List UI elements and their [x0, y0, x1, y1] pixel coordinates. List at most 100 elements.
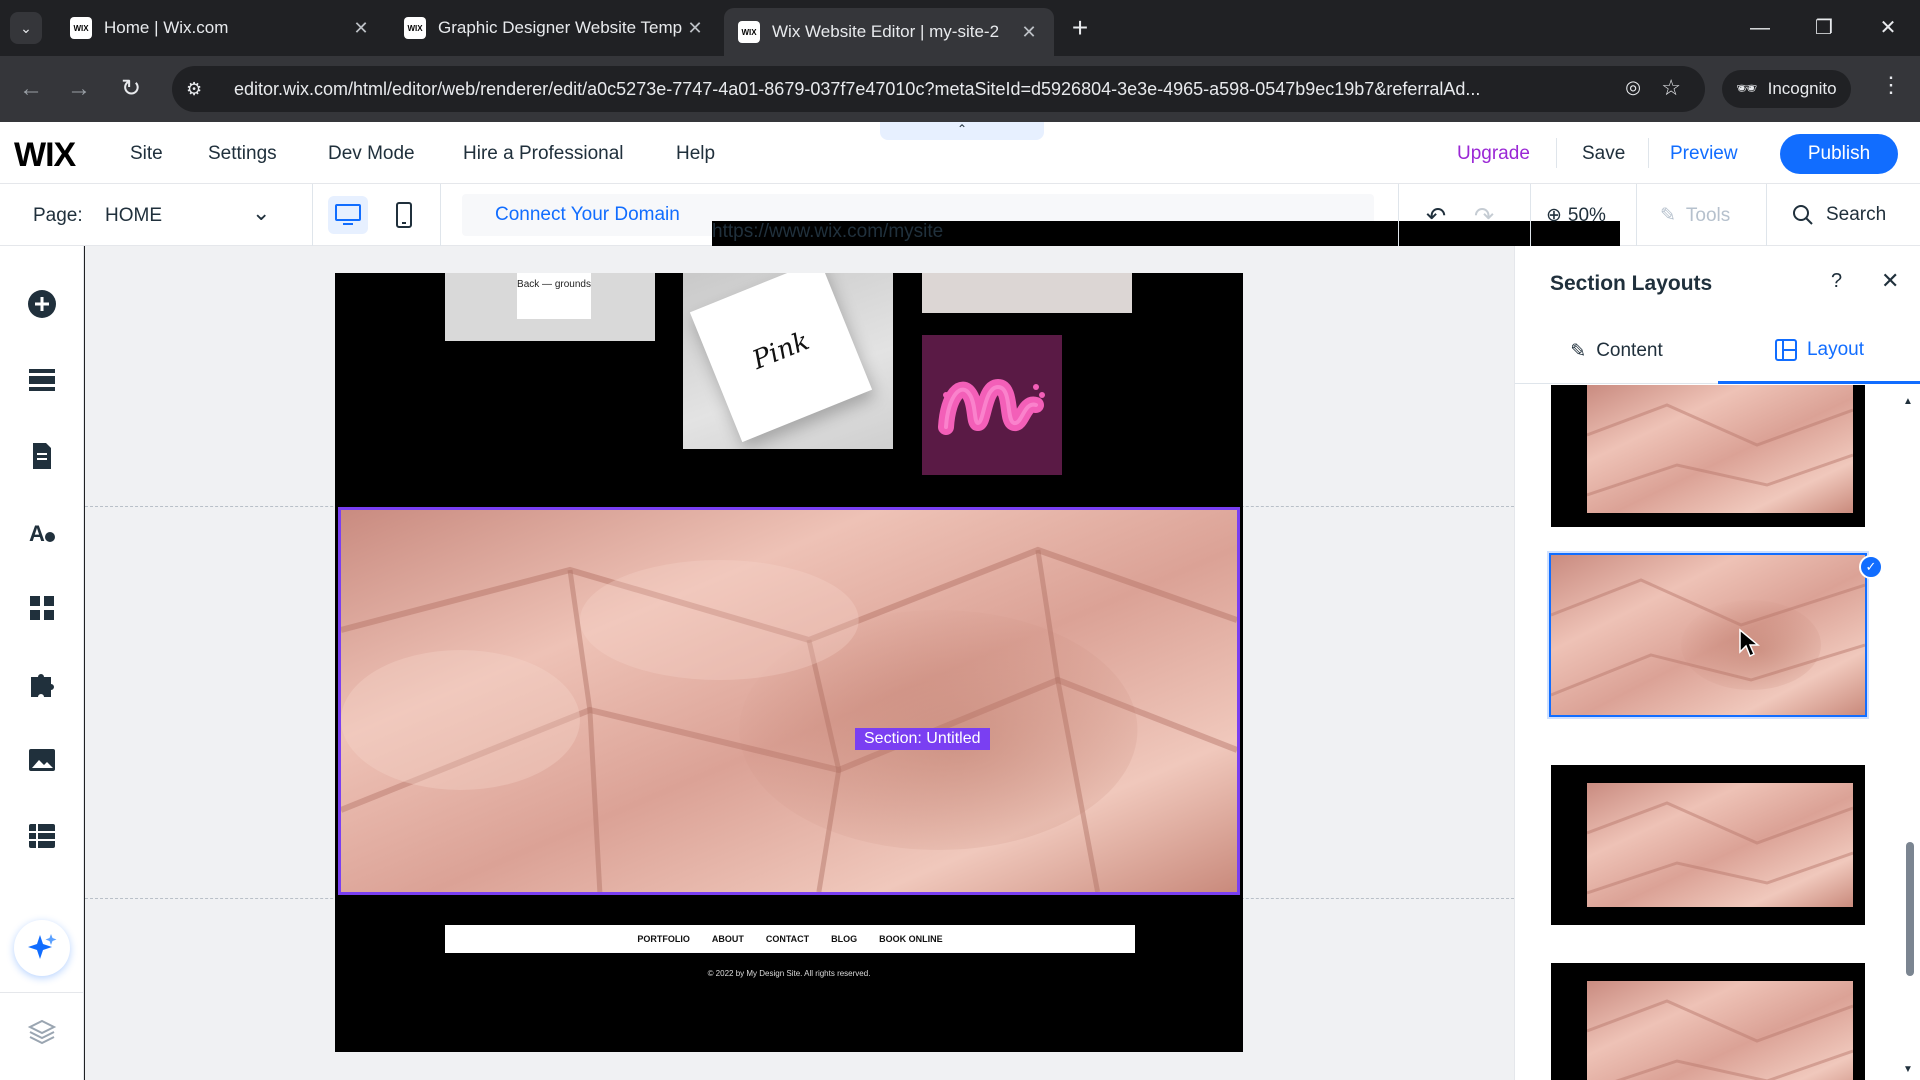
layout-option-3[interactable]: [1551, 765, 1865, 925]
tab-list-button[interactable]: ⌄: [10, 12, 42, 44]
menu-site[interactable]: Site: [130, 143, 163, 165]
chevron-down-icon[interactable]: ⌄: [252, 200, 270, 226]
tools-icon: ✎: [1660, 205, 1676, 226]
search-icon: [1793, 205, 1813, 225]
add-elements-button[interactable]: [22, 284, 62, 324]
table-icon: [29, 824, 55, 848]
layout-preview-image: [1587, 783, 1853, 907]
browser-menu-icon[interactable]: ⋮: [1880, 72, 1902, 98]
connect-domain-link[interactable]: Connect Your Domain: [495, 204, 680, 226]
collapse-toolbar-handle[interactable]: ⌃: [880, 122, 1044, 140]
desktop-view-button[interactable]: [328, 196, 368, 234]
gallery-image-logo[interactable]: [922, 335, 1062, 475]
layout-preview-image: [1551, 555, 1865, 715]
tab-content[interactable]: ✎ Content: [1515, 318, 1718, 384]
layout-preview-image: [1587, 981, 1853, 1080]
menu-help[interactable]: Help: [676, 143, 715, 165]
browser-tab-home[interactable]: WIX Home | Wix.com ✕: [56, 8, 386, 48]
redo-icon[interactable]: ↷: [1474, 202, 1494, 231]
page-selector[interactable]: HOME: [105, 205, 162, 227]
ai-assistant-button[interactable]: [14, 920, 70, 976]
business-tools-button[interactable]: [22, 664, 62, 704]
layers-button[interactable]: [22, 1012, 62, 1052]
tracking-off-icon[interactable]: ◎: [1625, 77, 1641, 98]
footer-link-book-online[interactable]: BOOK ONLINE: [879, 934, 943, 944]
puzzle-icon: [31, 674, 54, 697]
add-apps-button[interactable]: [22, 588, 62, 628]
upgrade-link[interactable]: Upgrade: [1457, 143, 1530, 165]
search-button[interactable]: Search: [1792, 204, 1886, 226]
publish-button[interactable]: Publish: [1780, 134, 1898, 174]
scroll-up-arrow-icon[interactable]: ▲: [1903, 396, 1913, 407]
page-icon: [33, 443, 51, 469]
scrollbar-thumb[interactable]: [1906, 842, 1914, 976]
back-icon[interactable]: ←: [14, 72, 48, 106]
layout-option-1[interactable]: [1551, 385, 1865, 527]
bookmark-star-icon[interactable]: ☆: [1661, 75, 1681, 101]
pencil-icon: ✎: [1570, 340, 1587, 362]
close-icon[interactable]: ✕: [1881, 268, 1899, 294]
undo-icon[interactable]: ↶: [1426, 202, 1446, 231]
restore-icon[interactable]: ❐: [1804, 12, 1844, 44]
mobile-icon: [396, 202, 412, 228]
minimize-icon[interactable]: —: [1740, 12, 1780, 44]
design-icon: A: [29, 521, 55, 546]
mouse-cursor-icon: [1739, 628, 1760, 658]
divider: [1398, 184, 1399, 246]
footer-link-portfolio[interactable]: PORTFOLIO: [637, 934, 690, 944]
section-label-badge[interactable]: Section: Untitled: [855, 728, 990, 750]
new-tab-button[interactable]: +: [1064, 12, 1096, 44]
reload-icon[interactable]: ↻: [114, 72, 148, 106]
tools-button[interactable]: ✎ Tools: [1660, 204, 1730, 227]
address-bar[interactable]: ⚙ editor.wix.com/html/editor/web/rendere…: [172, 66, 1705, 112]
browser-tab-editor[interactable]: WIX Wix Website Editor | my-site-2 ✕: [724, 8, 1054, 56]
cms-button[interactable]: [22, 816, 62, 856]
close-window-icon[interactable]: ✕: [1868, 12, 1908, 44]
footer-link-about[interactable]: ABOUT: [712, 934, 744, 944]
selected-section[interactable]: [338, 507, 1240, 895]
menu-dev-mode[interactable]: Dev Mode: [328, 143, 415, 165]
site-design-button[interactable]: A: [22, 512, 62, 552]
divider: [0, 992, 84, 993]
editor-canvas[interactable]: Back — grounds Pink PORTFOLIO ABOUT CONT…: [85, 246, 1514, 1080]
help-icon[interactable]: ?: [1831, 270, 1842, 293]
scroll-down-arrow-icon[interactable]: ▼: [1903, 1064, 1913, 1075]
tools-label: Tools: [1685, 204, 1731, 226]
mobile-view-button[interactable]: [384, 196, 424, 234]
layout-option-4[interactable]: [1551, 963, 1865, 1080]
close-tab-icon[interactable]: ✕: [684, 18, 706, 39]
zoom-level: 50%: [1567, 204, 1606, 226]
site-info-icon[interactable]: ⚙: [186, 79, 214, 100]
wix-logo[interactable]: WIX: [14, 136, 76, 175]
menu-settings[interactable]: Settings: [208, 143, 277, 165]
gallery-image-backgrounds[interactable]: Back — grounds: [445, 273, 655, 341]
browser-tab-templates[interactable]: WIX Graphic Designer Website Temp ✕: [390, 8, 720, 48]
media-button[interactable]: [22, 740, 62, 780]
close-tab-icon[interactable]: ✕: [1018, 22, 1040, 43]
zoom-button[interactable]: ⊕ 50%: [1546, 204, 1606, 227]
wix-favicon-icon: WIX: [404, 17, 426, 39]
footer-link-blog[interactable]: BLOG: [831, 934, 857, 944]
tab-title: Graphic Designer Website Temp: [438, 18, 683, 37]
tab-layout[interactable]: Layout: [1718, 318, 1920, 384]
card-text: Back — grounds: [517, 273, 591, 319]
divider: [1636, 184, 1637, 246]
sparkle-icon: [28, 934, 57, 959]
add-section-button[interactable]: [22, 360, 62, 400]
layout-option-2[interactable]: [1547, 551, 1869, 719]
gallery-image-pink-card[interactable]: Pink: [683, 273, 893, 449]
footer-link-contact[interactable]: CONTACT: [766, 934, 809, 944]
preview-button[interactable]: Preview: [1670, 143, 1738, 165]
gallery-image-cards[interactable]: [922, 273, 1132, 313]
save-button[interactable]: Save: [1582, 143, 1625, 165]
panel-tabs: ✎ Content Layout: [1515, 318, 1920, 384]
zoom-icon: ⊕: [1546, 205, 1562, 226]
incognito-indicator[interactable]: 🕶 Incognito: [1722, 70, 1851, 108]
footer-navigation: PORTFOLIO ABOUT CONTACT BLOG BOOK ONLINE: [445, 925, 1135, 953]
forward-icon[interactable]: →: [62, 72, 96, 106]
site-page[interactable]: Back — grounds Pink PORTFOLIO ABOUT CONT…: [335, 273, 1243, 1052]
menu-hire-professional[interactable]: Hire a Professional: [463, 143, 624, 165]
browser-tab-bar: ⌄ WIX Home | Wix.com ✕ WIX Graphic Desig…: [0, 0, 1920, 56]
close-tab-icon[interactable]: ✕: [350, 18, 372, 39]
pages-button[interactable]: [22, 436, 62, 476]
